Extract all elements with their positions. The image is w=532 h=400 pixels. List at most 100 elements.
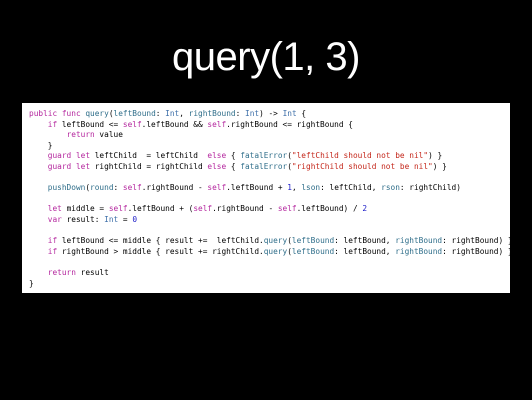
code-token: query [263, 246, 288, 256]
code-token: .leftBound + [226, 183, 288, 193]
code-line: if leftBound <= middle { result += leftC… [29, 236, 510, 247]
code-token: pushDown [47, 183, 86, 193]
code-token: { [296, 109, 307, 118]
code-token: : rightBound) } [442, 246, 510, 256]
code-token: middle = [61, 204, 109, 214]
code-line: public func query(leftBound: Int, rightB… [29, 109, 510, 120]
code-token: query [85, 109, 109, 118]
code-token: : leftChild, [320, 183, 382, 193]
code-token: .rightBound - [212, 204, 278, 214]
code-token: , [291, 183, 302, 193]
code-token: self [122, 183, 142, 193]
code-token: if [47, 236, 58, 246]
code-token: rightBound [395, 246, 443, 256]
code-token: fatalError [240, 161, 288, 171]
code-token: result [75, 267, 109, 277]
code-token: { [226, 151, 241, 161]
code-token: rson [381, 183, 400, 193]
code-token: rightBound [395, 236, 443, 246]
code-line: } [29, 279, 510, 290]
code-line: guard let rightChild = rightChild else {… [29, 162, 510, 173]
code-line: if rightBound > middle { result += right… [29, 247, 510, 258]
code-token: rightChild = rightChild [90, 161, 208, 171]
code-token: else [207, 151, 227, 161]
code-token: leftChild = leftChild [90, 151, 208, 161]
code-token: : leftBound, [334, 246, 396, 256]
code-token: rightBound > middle { result += rightChi… [57, 246, 264, 256]
code-token: leftBound [113, 109, 156, 118]
code-token: leftBound [291, 246, 335, 256]
code-token: result: [61, 214, 105, 224]
code-token: guard let [47, 161, 91, 171]
code-token: .rightBound - [141, 183, 208, 193]
code-token: ) } [432, 161, 447, 171]
code-token: Int [165, 109, 180, 118]
code-line: pushDown(round: self.rightBound - self.l… [29, 183, 510, 194]
code-token: Int [245, 109, 260, 118]
code-token: Int [282, 109, 297, 118]
code-token: "rightChild should not be nil" [291, 161, 433, 171]
code-token: var [47, 214, 62, 224]
code-token: self [193, 204, 213, 214]
code-token: .leftBound + ( [127, 204, 194, 214]
code-token: leftBound <= middle { result += leftChil… [57, 236, 264, 246]
code-token: round [90, 183, 114, 193]
code-token: leftBound <= [57, 119, 123, 129]
code-line: var result: Int = 0 [29, 215, 510, 226]
code-line: let middle = self.leftBound + (self.righ… [29, 204, 510, 215]
code-token: { [226, 161, 241, 171]
code-token: } [29, 140, 53, 150]
code-token: fatalError [240, 151, 288, 161]
code-token: .rightBound <= rightBound { [226, 119, 353, 129]
code-line: return result [29, 268, 510, 279]
code-token: rightBound [188, 109, 236, 118]
code-token: self [108, 204, 128, 214]
code-token: leftBound [291, 236, 335, 246]
code-token: value [94, 130, 123, 140]
code-token: lson [301, 183, 321, 193]
code-line: guard let leftChild = leftChild else { f… [29, 151, 510, 162]
slide-title: query(1, 3) [172, 35, 360, 79]
code-token: : [155, 109, 166, 118]
code-token: if [47, 119, 58, 129]
code-token: : [113, 183, 123, 193]
code-token: self [122, 119, 142, 129]
code-token: ) } [428, 151, 443, 161]
code-token: : [235, 109, 245, 118]
code-token: 0 [132, 214, 138, 224]
code-token: self [277, 204, 297, 214]
code-token: , [179, 109, 189, 118]
code-token: 2 [362, 204, 368, 214]
code-token: Int [104, 214, 119, 224]
code-token: if [47, 246, 58, 256]
code-token: else [207, 161, 227, 171]
code-token: public func [29, 109, 86, 118]
code-token: query [263, 236, 288, 246]
code-token: "leftChild should not be nil" [291, 151, 429, 161]
code-token: .leftBound) / [296, 204, 363, 214]
code-token: : rightChild) [399, 183, 461, 193]
code-token: return [66, 130, 95, 140]
code-token: } [29, 278, 34, 288]
code-token: = [118, 214, 133, 224]
code-panel: public func query(leftBound: Int, rightB… [22, 103, 510, 293]
code-token: return [47, 267, 76, 277]
code-token: .leftBound && [141, 119, 208, 129]
slide: query(1, 3) public func query(leftBound:… [0, 0, 532, 400]
code-token: : rightBound) } [442, 236, 510, 246]
code-line: return value [29, 130, 510, 141]
code-token: : leftBound, [334, 236, 396, 246]
